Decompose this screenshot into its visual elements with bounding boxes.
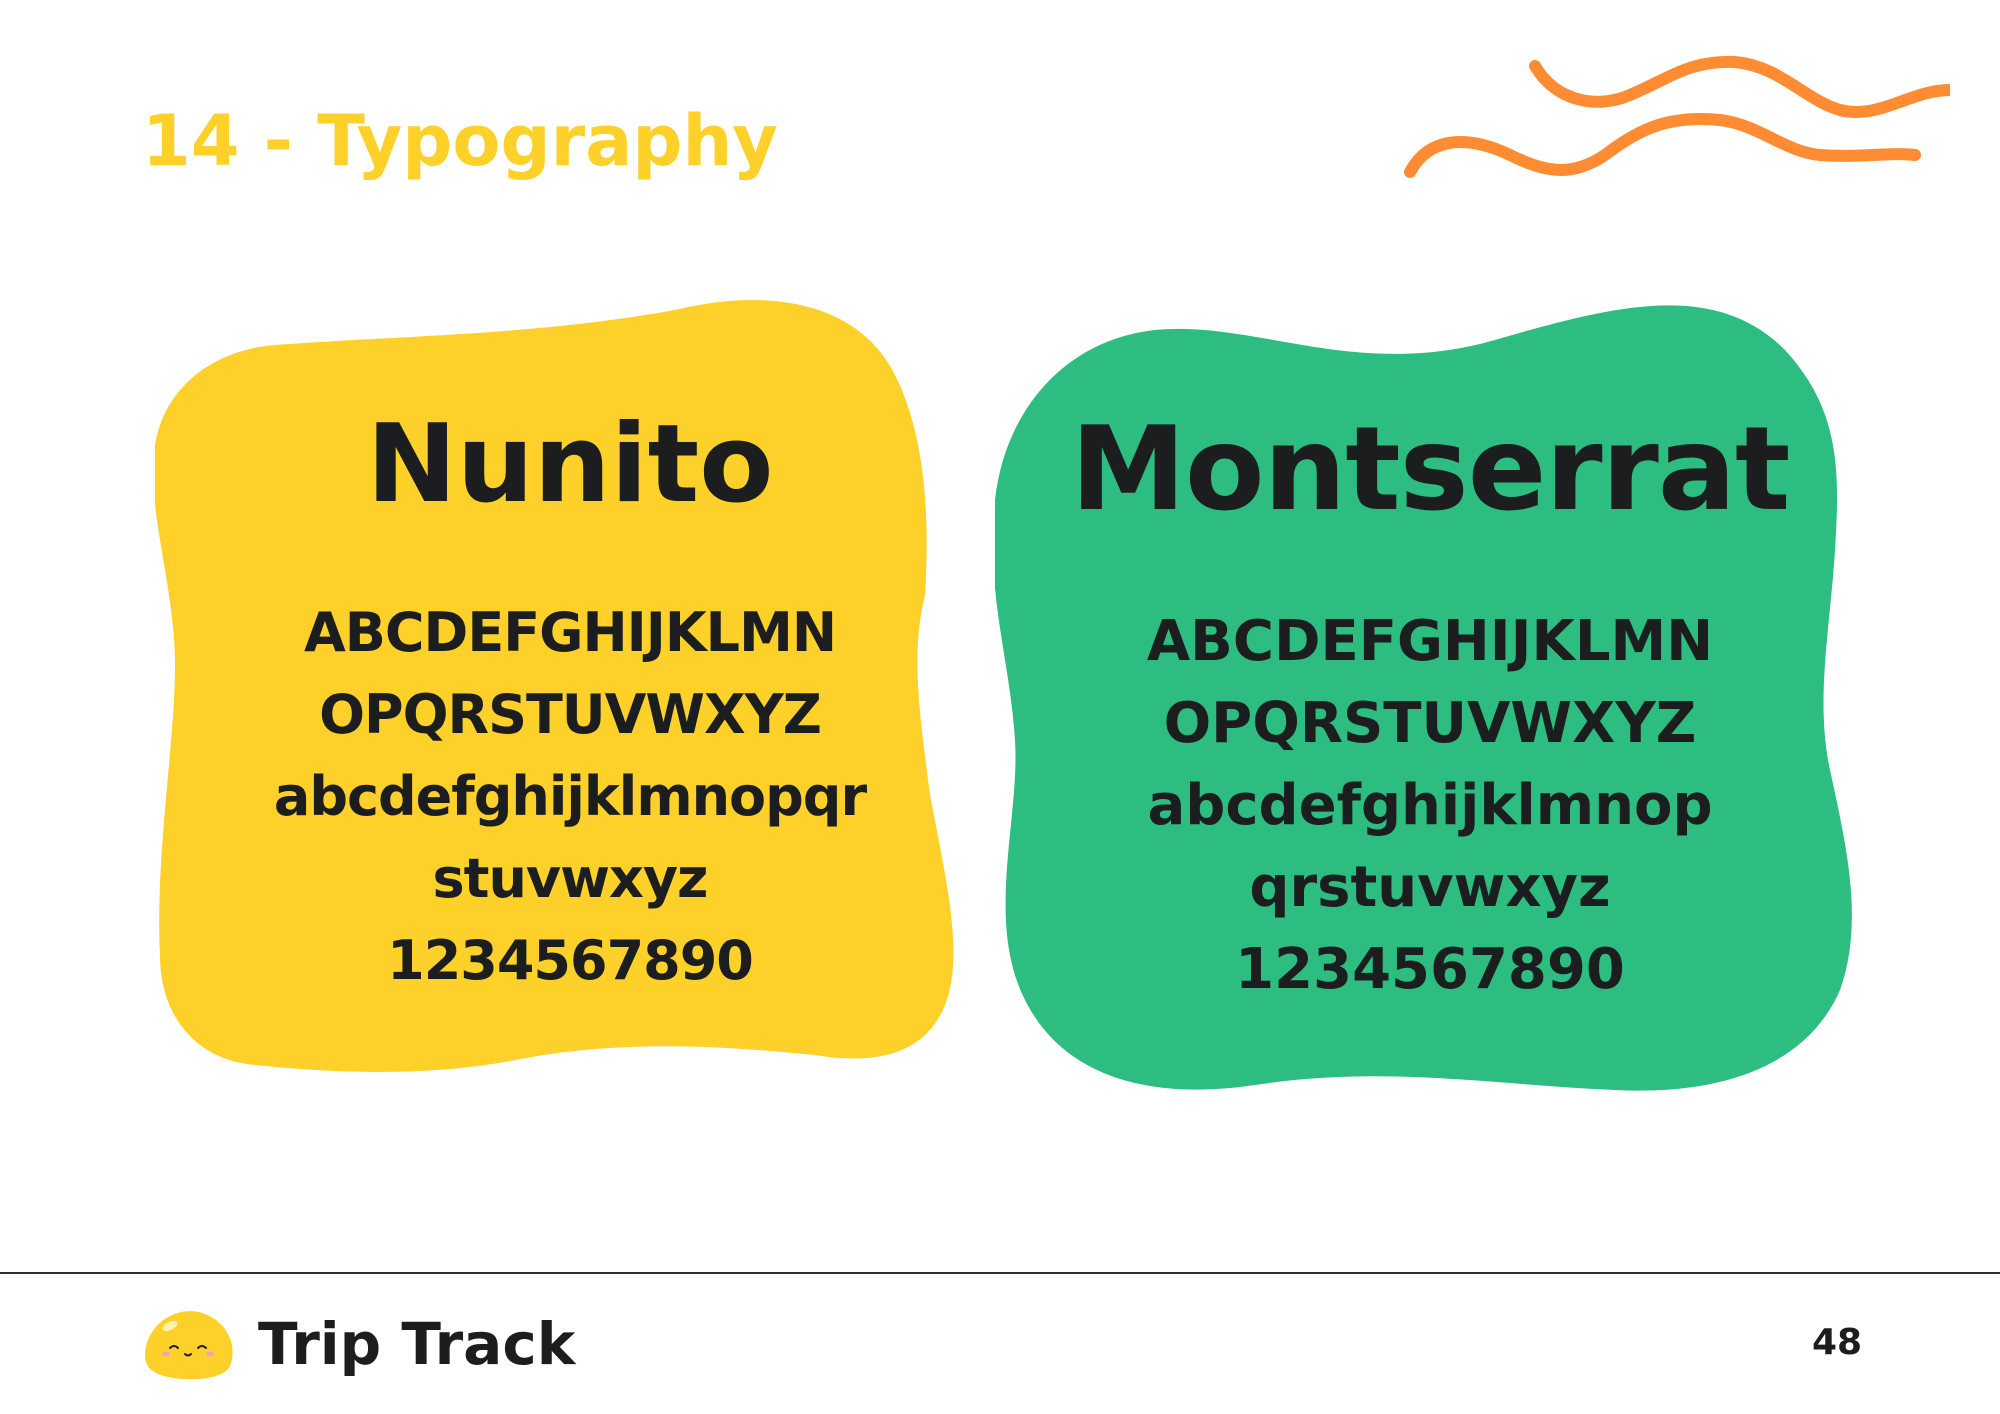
orange-squiggle-decoration <box>1404 55 1950 178</box>
mascot-logo-icon <box>145 1311 233 1380</box>
font-card-nunito: Nunito ABCDEFGHIJKLMN OPQRSTUVWXYZ abcde… <box>235 400 905 1002</box>
glyph-line-lowercase-2: stuvwxyz <box>432 846 709 910</box>
glyph-line-uppercase-2: OPQRSTUVWXYZ <box>319 682 822 746</box>
glyph-line-lowercase-1: abcdefghijklmnop <box>1147 773 1713 839</box>
mascot-left-cheek <box>162 1351 170 1357</box>
font-card-montserrat: Montserrat ABCDEFGHIJKLMN OPQRSTUVWXYZ a… <box>1070 400 1790 1011</box>
glyph-line-uppercase-2: OPQRSTUVWXYZ <box>1163 691 1697 757</box>
glyph-sample: ABCDEFGHIJKLMN OPQRSTUVWXYZ abcdefghijkl… <box>1070 601 1790 1011</box>
glyph-line-digits: 1234567890 <box>1235 937 1625 1003</box>
glyph-sample: ABCDEFGHIJKLMN OPQRSTUVWXYZ abcdefghijkl… <box>235 592 905 1002</box>
glyph-line-uppercase-1: ABCDEFGHIJKLMN <box>303 600 837 664</box>
page-title: 14 - Typography <box>142 100 778 182</box>
footer-divider <box>0 1272 2000 1274</box>
font-name: Nunito <box>366 402 774 527</box>
glyph-line-uppercase-1: ABCDEFGHIJKLMN <box>1146 609 1714 675</box>
page-number: 48 <box>1812 1322 1863 1363</box>
glyph-line-lowercase-2: qrstuvwxyz <box>1249 855 1611 921</box>
mascot-body <box>145 1311 233 1380</box>
glyph-line-digits: 1234567890 <box>387 928 754 992</box>
squiggle-line-top <box>1529 55 1950 118</box>
squiggle-line-bottom <box>1404 112 1921 178</box>
font-name: Montserrat <box>1070 402 1790 537</box>
glyph-line-lowercase-1: abcdefghijklmnopqr <box>273 764 867 828</box>
mascot-right-cheek <box>206 1351 214 1357</box>
brand-name: Trip Track <box>258 1310 576 1378</box>
